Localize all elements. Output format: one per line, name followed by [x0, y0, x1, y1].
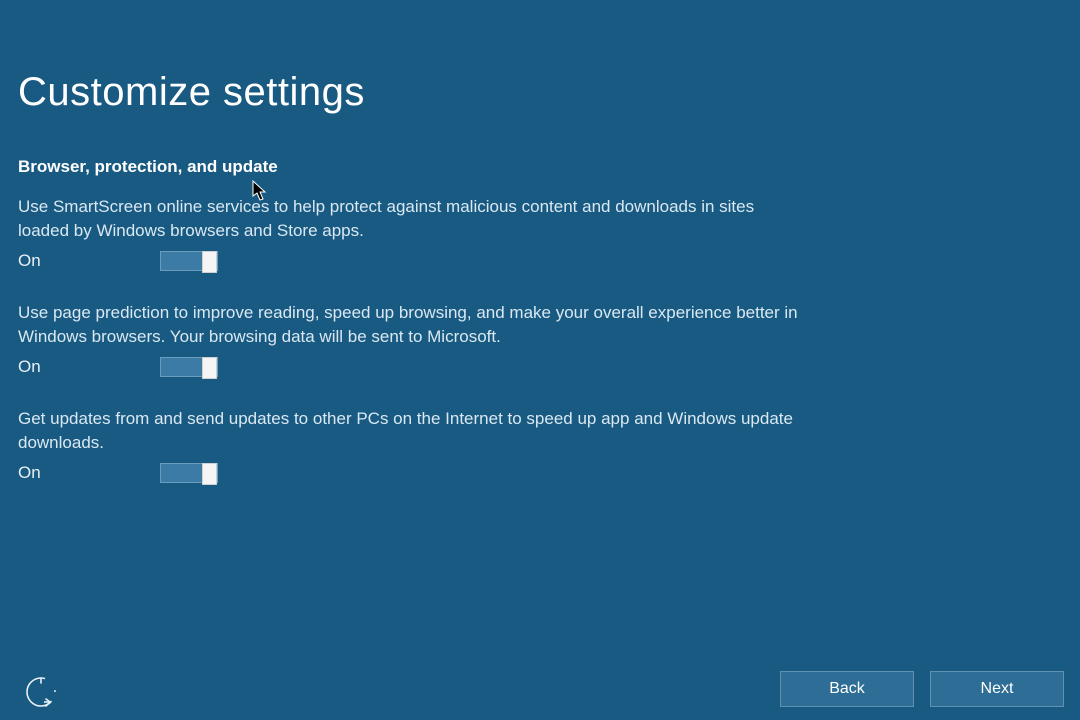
setting-page-prediction: Use page prediction to improve reading, …: [18, 301, 808, 377]
toggle-thumb: [202, 357, 217, 379]
toggle-thumb: [202, 463, 217, 485]
toggle-state-label: On: [18, 463, 160, 483]
toggle-smartscreen[interactable]: [160, 251, 218, 271]
toggle-row: On: [18, 463, 808, 483]
toggle-thumb: [202, 251, 217, 273]
toggle-state-label: On: [18, 251, 160, 271]
setting-updates-p2p: Get updates from and send updates to oth…: [18, 407, 808, 483]
ease-of-access-icon[interactable]: [24, 675, 58, 709]
back-button[interactable]: Back: [780, 671, 914, 707]
section-title: Browser, protection, and update: [18, 157, 1062, 177]
toggle-row: On: [18, 251, 808, 271]
next-button[interactable]: Next: [930, 671, 1064, 707]
toggle-row: On: [18, 357, 808, 377]
setting-desc: Get updates from and send updates to oth…: [18, 407, 808, 455]
setting-desc: Use page prediction to improve reading, …: [18, 301, 808, 349]
toggle-page-prediction[interactable]: [160, 357, 218, 377]
setting-smartscreen: Use SmartScreen online services to help …: [18, 195, 808, 271]
toggle-state-label: On: [18, 357, 160, 377]
footer: Back Next: [0, 664, 1080, 720]
main-content: Customize settings Browser, protection, …: [0, 0, 1080, 483]
footer-buttons: Back Next: [780, 671, 1080, 713]
setting-desc: Use SmartScreen online services to help …: [18, 195, 808, 243]
toggle-updates-p2p[interactable]: [160, 463, 218, 483]
page-title: Customize settings: [18, 70, 1062, 115]
